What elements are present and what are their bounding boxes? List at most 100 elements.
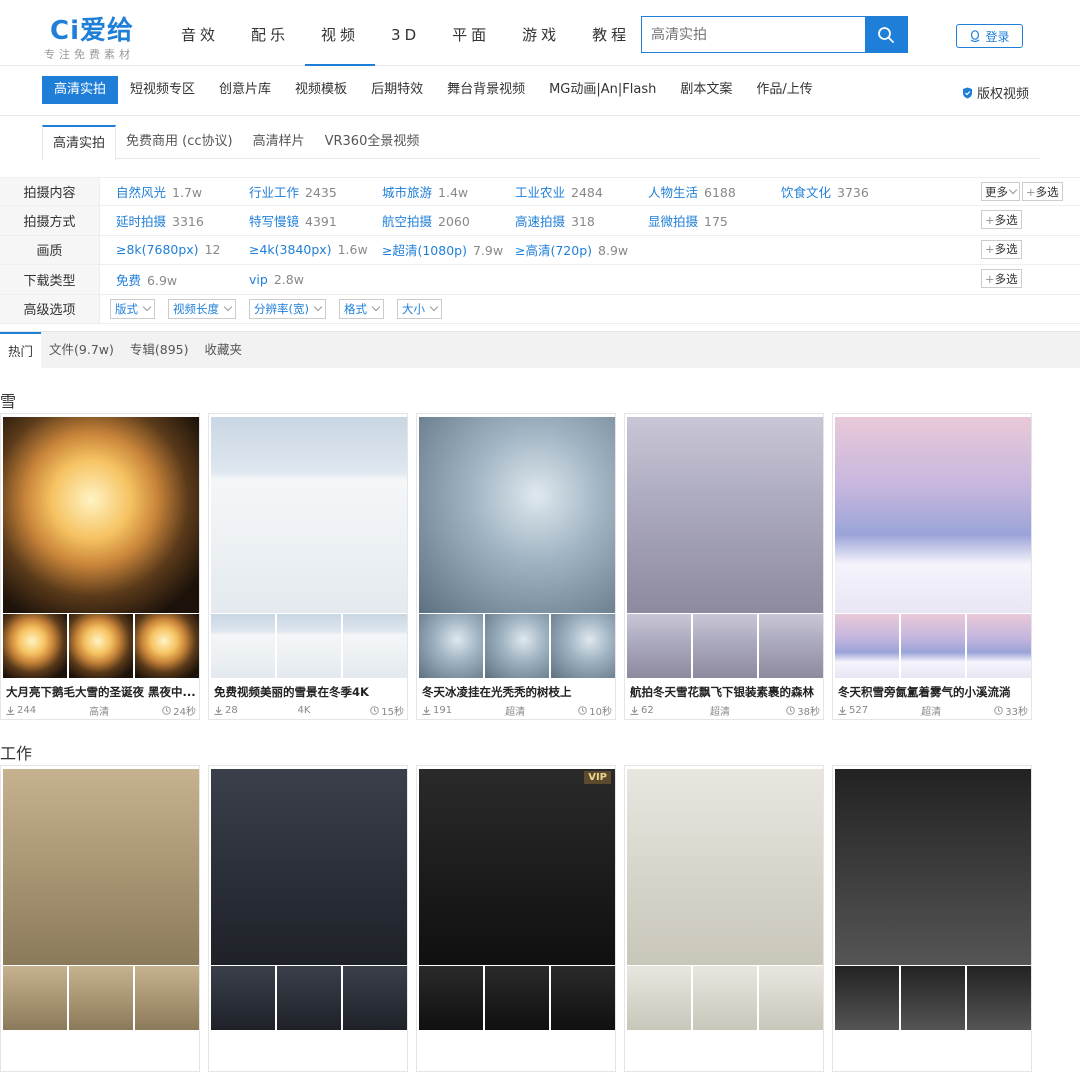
quality-label: 超清 xyxy=(710,707,730,718)
search-button[interactable] xyxy=(865,17,907,52)
select-label: 大小 xyxy=(401,301,425,316)
main-nav-item[interactable]: 平面 xyxy=(436,0,506,66)
advanced-select[interactable]: 视频长度 xyxy=(168,298,236,319)
main-nav-item[interactable]: 教程 xyxy=(576,0,646,66)
result-tab[interactable]: 专辑(895) xyxy=(122,332,197,368)
video-title[interactable]: 冬天积雪旁氤氲着雾气的小溪流淌 xyxy=(838,684,1028,700)
sub-nav-item[interactable]: 剧本文案 xyxy=(668,76,744,104)
multi-select-button[interactable]: + 多选 xyxy=(1022,182,1063,201)
video-title[interactable]: 免费视频美丽的雪景在冬季4K xyxy=(214,684,404,700)
sub-nav-item[interactable]: 高清实拍 xyxy=(42,76,119,104)
duration: 15秒 xyxy=(370,703,404,718)
sub-nav-item[interactable]: MG动画|An|Flash xyxy=(537,76,668,104)
video-title[interactable]: 大月亮下鹅毛大雪的圣诞夜 黑夜中... xyxy=(6,684,196,700)
site-logo[interactable]: Ci爱给 专注免费素材 xyxy=(44,10,154,62)
filter-option[interactable]: 特写慢镜 4391 xyxy=(249,211,382,230)
multi-select-button[interactable]: + 多选 xyxy=(981,210,1022,230)
result-tab[interactable]: 收藏夹 xyxy=(197,332,251,368)
video-thumbnail[interactable] xyxy=(3,417,199,613)
main-nav-item[interactable]: 游戏 xyxy=(506,0,576,66)
video-card[interactable]: 免费视频美丽的雪景在冬季4K 28 4K 15秒 xyxy=(208,413,408,720)
video-card[interactable] xyxy=(0,765,200,1072)
video-preview-frame xyxy=(901,966,965,1030)
sub-nav-item[interactable]: 后期特效 xyxy=(359,76,435,104)
sub-nav-item[interactable]: 短视频专区 xyxy=(118,76,207,104)
main-nav-item[interactable]: 配乐 xyxy=(235,0,305,66)
filter-option-label: 饮食文化 xyxy=(781,185,832,201)
advanced-select[interactable]: 格式 xyxy=(338,298,384,319)
filter-option[interactable]: 自然风光 1.7w xyxy=(116,182,249,201)
filter-option[interactable]: ≥高清(720p) 8.9w xyxy=(515,240,648,259)
sub-nav-item[interactable]: 作品/上传 xyxy=(744,76,824,104)
video-thumbnail[interactable] xyxy=(627,769,823,965)
main-nav-item[interactable]: 视频 xyxy=(305,0,376,66)
video-card[interactable]: 冬天冰凌挂在光秃秃的树枝上 191 超清 10秒 xyxy=(416,413,616,720)
filter-option[interactable]: 航空拍摄 2060 xyxy=(382,211,515,230)
filter-option[interactable]: ≥8k(7680px) 12 xyxy=(116,242,249,257)
copyright-video-link[interactable]: 版权视频 xyxy=(962,83,1029,102)
video-card[interactable] xyxy=(624,765,824,1072)
download-count: 62 xyxy=(630,705,654,716)
video-title[interactable]: 航拍冬天雪花飘飞下银装素裹的森林 xyxy=(630,684,820,700)
filter-option[interactable]: ≥4k(3840px) 1.6w xyxy=(249,242,382,257)
advanced-select[interactable]: 分辨率(宽) xyxy=(249,298,326,319)
main-nav-item[interactable]: 音效 xyxy=(165,0,235,66)
category-tab[interactable]: VR360全景视频 xyxy=(315,125,430,159)
video-thumbnail[interactable] xyxy=(627,417,823,613)
video-card[interactable]: 冬天积雪旁氤氲着雾气的小溪流淌 527 超清 33秒 xyxy=(832,413,1032,720)
filter-option[interactable]: 人物生活 6188 xyxy=(648,182,781,201)
video-card[interactable]: VIP xyxy=(416,765,616,1072)
video-preview-frame xyxy=(135,614,199,678)
sub-nav-item[interactable]: 视频模板 xyxy=(283,76,359,104)
plus-icon: + xyxy=(985,271,995,286)
video-card[interactable] xyxy=(832,765,1032,1072)
advanced-select[interactable]: 大小 xyxy=(396,298,442,319)
multi-select-button[interactable]: + 多选 xyxy=(981,269,1022,289)
video-preview-frame xyxy=(627,614,691,678)
filter-option[interactable]: 延时拍摄 3316 xyxy=(116,211,249,230)
more-button[interactable]: 更多 xyxy=(981,182,1020,201)
video-thumbnail[interactable] xyxy=(3,769,199,965)
filter-row: 拍摄内容 自然风光 1.7w 行业工作 2435 城市旅游 1.4w 工业农业 2484 人物生活… xyxy=(0,177,1080,207)
video-thumbnail[interactable] xyxy=(835,417,1031,613)
video-thumbnail[interactable] xyxy=(835,769,1031,965)
filter-option[interactable]: 免费 6.9w xyxy=(116,270,249,289)
video-preview-frame xyxy=(693,614,757,678)
filter-option[interactable]: 显微拍摄 175 xyxy=(648,211,781,230)
sub-nav-item[interactable]: 舞台背景视频 xyxy=(435,76,537,104)
filter-option[interactable]: vip 2.8w xyxy=(249,272,382,287)
video-card[interactable]: 大月亮下鹅毛大雪的圣诞夜 黑夜中... 244 高清 24秒 xyxy=(0,413,200,720)
search-input[interactable] xyxy=(642,17,865,52)
filter-option-count: 1.7w xyxy=(172,185,203,201)
result-tab[interactable]: 热门 xyxy=(0,332,42,368)
video-title[interactable]: 冬天冰凌挂在光秃秃的树枝上 xyxy=(422,684,612,700)
video-thumbnail[interactable]: VIP xyxy=(419,769,615,965)
category-tab[interactable]: 免费商用 (cc协议) xyxy=(116,125,243,159)
advanced-select[interactable]: 版式 xyxy=(110,298,155,319)
download-icon xyxy=(838,706,847,715)
category-tab[interactable]: 高清样片 xyxy=(243,125,315,159)
filter-option[interactable]: 城市旅游 1.4w xyxy=(382,182,515,201)
video-preview-frame xyxy=(835,966,899,1030)
filter-option[interactable]: 行业工作 2435 xyxy=(249,182,382,201)
filter-option[interactable]: 工业农业 2484 xyxy=(515,182,648,201)
category-tab[interactable]: 高清实拍 xyxy=(42,125,117,160)
filter-option[interactable]: 饮食文化 3736 xyxy=(781,182,914,201)
filter-option[interactable]: 高速拍摄 318 xyxy=(515,211,648,230)
video-thumbnail[interactable] xyxy=(211,417,407,613)
filter-option-count: 6188 xyxy=(704,185,736,201)
result-tab[interactable]: 文件(9.7w) xyxy=(41,332,122,368)
video-preview-frame xyxy=(759,614,823,678)
sub-nav-item[interactable]: 创意片库 xyxy=(207,76,283,104)
video-card[interactable]: 航拍冬天雪花飘飞下银装素裹的森林 62 超清 38秒 xyxy=(624,413,824,720)
video-thumbnail[interactable] xyxy=(211,769,407,965)
multi-select-label: 多选 xyxy=(994,271,1018,286)
duration-value: 15秒 xyxy=(381,707,404,718)
filter-option[interactable]: ≥超清(1080p) 7.9w xyxy=(382,240,515,259)
multi-select-button[interactable]: + 多选 xyxy=(981,239,1022,259)
main-nav-item[interactable]: 3D xyxy=(375,0,436,66)
video-card[interactable] xyxy=(208,765,408,1072)
video-thumbnail[interactable] xyxy=(419,417,615,613)
login-button[interactable]: 登录 xyxy=(956,24,1023,48)
section-title: 工作 xyxy=(0,744,33,763)
